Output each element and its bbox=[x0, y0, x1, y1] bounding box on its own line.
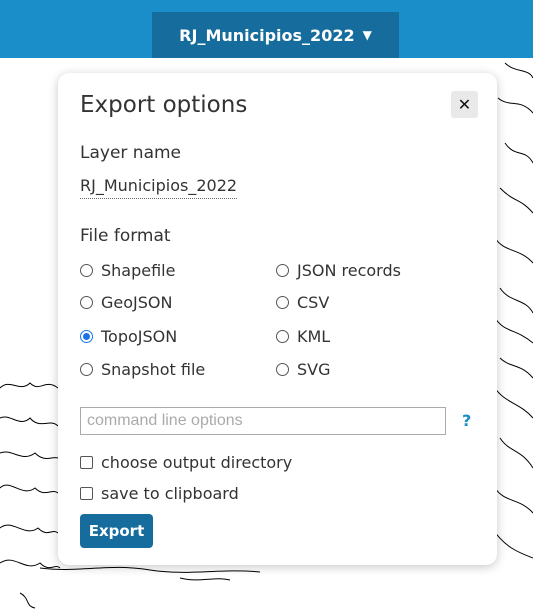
save-to-clipboard-option[interactable]: save to clipboard bbox=[80, 484, 239, 503]
format-option-csv[interactable]: CSV bbox=[276, 293, 329, 312]
map-outline-south bbox=[19, 566, 261, 609]
format-option-shapefile[interactable]: Shapefile bbox=[80, 261, 175, 280]
map-outline-east bbox=[491, 62, 533, 559]
format-option-json-records[interactable]: JSON records bbox=[276, 261, 401, 280]
choose-output-directory-option[interactable]: choose output directory bbox=[80, 453, 292, 472]
checkbox-save-to-clipboard[interactable] bbox=[80, 487, 93, 500]
format-option-snapshot-file[interactable]: Snapshot file bbox=[80, 360, 205, 379]
radio-shapefile[interactable] bbox=[80, 264, 93, 277]
help-link[interactable]: ? bbox=[462, 411, 471, 430]
radio-topojson[interactable] bbox=[80, 330, 93, 343]
format-label: CSV bbox=[297, 293, 330, 312]
format-label: JSON records bbox=[297, 261, 401, 280]
close-button[interactable]: ✕ bbox=[451, 91, 478, 118]
layer-selector[interactable]: RJ_Municipios_2022 ▼ bbox=[152, 12, 399, 58]
radio-geojson[interactable] bbox=[80, 296, 93, 309]
top-bar: RJ_Municipios_2022 ▼ bbox=[0, 0, 533, 58]
command-line-options-input[interactable] bbox=[80, 407, 446, 435]
radio-json-records[interactable] bbox=[276, 264, 289, 277]
layer-name-label: Layer name bbox=[80, 143, 182, 163]
layer-name-field[interactable]: RJ_Municipios_2022 bbox=[80, 176, 238, 199]
dialog-title: Export options bbox=[80, 92, 248, 118]
radio-svg[interactable] bbox=[276, 363, 289, 376]
format-label: TopoJSON bbox=[101, 327, 178, 346]
file-format-label: File format bbox=[80, 226, 171, 246]
format-label: Shapefile bbox=[101, 261, 176, 280]
format-label: SVG bbox=[297, 360, 331, 379]
radio-snapshot-file[interactable] bbox=[80, 363, 93, 376]
format-label: GeoJSON bbox=[101, 293, 173, 312]
export-options-dialog: Export options ✕ Layer name RJ_Municipio… bbox=[58, 73, 497, 565]
checkbox-label: choose output directory bbox=[101, 453, 293, 472]
checkbox-label: save to clipboard bbox=[101, 484, 239, 503]
export-button[interactable]: Export bbox=[80, 514, 153, 548]
close-icon: ✕ bbox=[457, 95, 472, 114]
caret-down-icon: ▼ bbox=[362, 28, 372, 42]
format-option-topojson[interactable]: TopoJSON bbox=[80, 327, 177, 346]
format-option-geojson[interactable]: GeoJSON bbox=[80, 293, 172, 312]
layer-selector-label: RJ_Municipios_2022 bbox=[179, 25, 355, 45]
format-option-kml[interactable]: KML bbox=[276, 327, 330, 346]
format-label: KML bbox=[297, 327, 331, 346]
radio-csv[interactable] bbox=[276, 296, 289, 309]
format-label: Snapshot file bbox=[101, 360, 206, 379]
checkbox-choose-output-directory[interactable] bbox=[80, 456, 93, 469]
radio-kml[interactable] bbox=[276, 330, 289, 343]
format-option-svg[interactable]: SVG bbox=[276, 360, 331, 379]
map-outline-west bbox=[0, 382, 61, 569]
